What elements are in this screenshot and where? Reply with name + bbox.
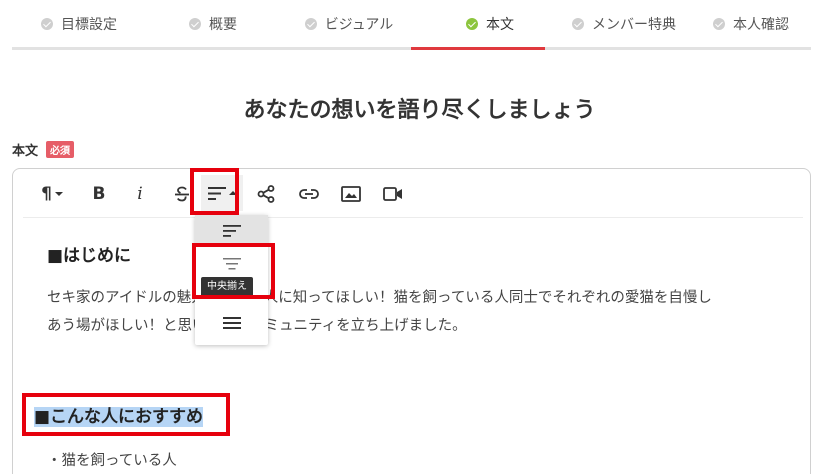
align-dropdown-button[interactable] — [201, 175, 243, 211]
align-left-icon — [207, 186, 226, 200]
step-label: ビジュアル — [324, 16, 394, 33]
paragraph-icon: ¶ — [41, 184, 52, 204]
field-label: 本文 必須 — [12, 140, 75, 159]
link-icon — [299, 189, 319, 199]
content-heading: ■はじめに — [47, 246, 132, 266]
insert-video-button[interactable] — [381, 181, 405, 207]
editor-toolbar: ¶ B i — [23, 169, 803, 218]
step-identity[interactable]: 本人確認 — [691, 0, 811, 47]
content-heading-selected: ■こんな人におすすめ — [34, 407, 204, 427]
align-justify-icon — [222, 317, 241, 329]
step-label: 本人確認 — [733, 16, 789, 33]
bold-button[interactable]: B — [87, 181, 111, 207]
step-visual[interactable]: ビジュアル — [282, 0, 416, 47]
check-circle-icon — [304, 17, 317, 30]
italic-icon: i — [137, 184, 143, 204]
bold-icon: B — [92, 184, 106, 204]
align-justify-option[interactable] — [195, 307, 268, 339]
rich-text-editor[interactable]: ¶ B i ■はじめに セキ家のアイドルの魅力を色んな人に知ってほしい！猫を飼っ… — [12, 168, 811, 474]
field-label-text: 本文 — [12, 144, 39, 159]
step-member-benefits[interactable]: メンバー特典 — [557, 0, 691, 47]
page-title: あなたの想いを語り尽くしましょう — [243, 98, 596, 123]
insert-link-button[interactable] — [297, 181, 321, 207]
image-icon — [341, 186, 361, 202]
align-center-option[interactable] — [195, 248, 268, 280]
step-overview[interactable]: 概要 — [146, 0, 280, 47]
insert-image-button[interactable] — [339, 181, 363, 207]
check-circle-icon — [41, 17, 53, 30]
step-label: 概要 — [209, 16, 237, 33]
italic-button[interactable]: i — [129, 181, 151, 207]
align-left-option[interactable] — [195, 215, 268, 247]
step-body[interactable]: 本文 — [423, 0, 557, 47]
video-camera-icon — [383, 187, 402, 201]
caret-up-icon — [228, 191, 237, 195]
check-circle-icon — [572, 17, 584, 30]
required-badge: 必須 — [46, 141, 75, 158]
align-center-icon — [222, 258, 241, 270]
check-circle-icon — [189, 17, 201, 30]
align-center-tooltip: 中央揃え — [201, 277, 253, 297]
caret-down-icon — [54, 192, 63, 196]
check-circle-icon — [466, 17, 478, 30]
active-step-indicator — [411, 47, 545, 50]
step-label: 目標設定 — [61, 16, 117, 33]
share-icon — [257, 185, 275, 203]
step-label: 本文 — [486, 16, 514, 33]
step-label: メンバー特典 — [592, 16, 676, 33]
strikethrough-button[interactable] — [171, 181, 193, 207]
align-left-icon — [222, 225, 241, 237]
strikethrough-icon — [175, 186, 189, 202]
step-navigation: 目標設定 概要 ビジュアル 本文 メンバー特典 本人確認 — [12, 0, 811, 50]
step-goal[interactable]: 目標設定 — [12, 0, 146, 47]
share-button[interactable] — [255, 181, 277, 207]
paragraph-format-button[interactable]: ¶ — [35, 181, 69, 207]
content-paragraph-line: セキ家のアイドルの魅力を色んな人に知ってほしい！猫を飼っている人同士でそれぞれの… — [47, 290, 712, 306]
check-circle-icon — [713, 17, 725, 30]
content-bullet-item: ・猫を飼っている人 — [47, 453, 177, 469]
